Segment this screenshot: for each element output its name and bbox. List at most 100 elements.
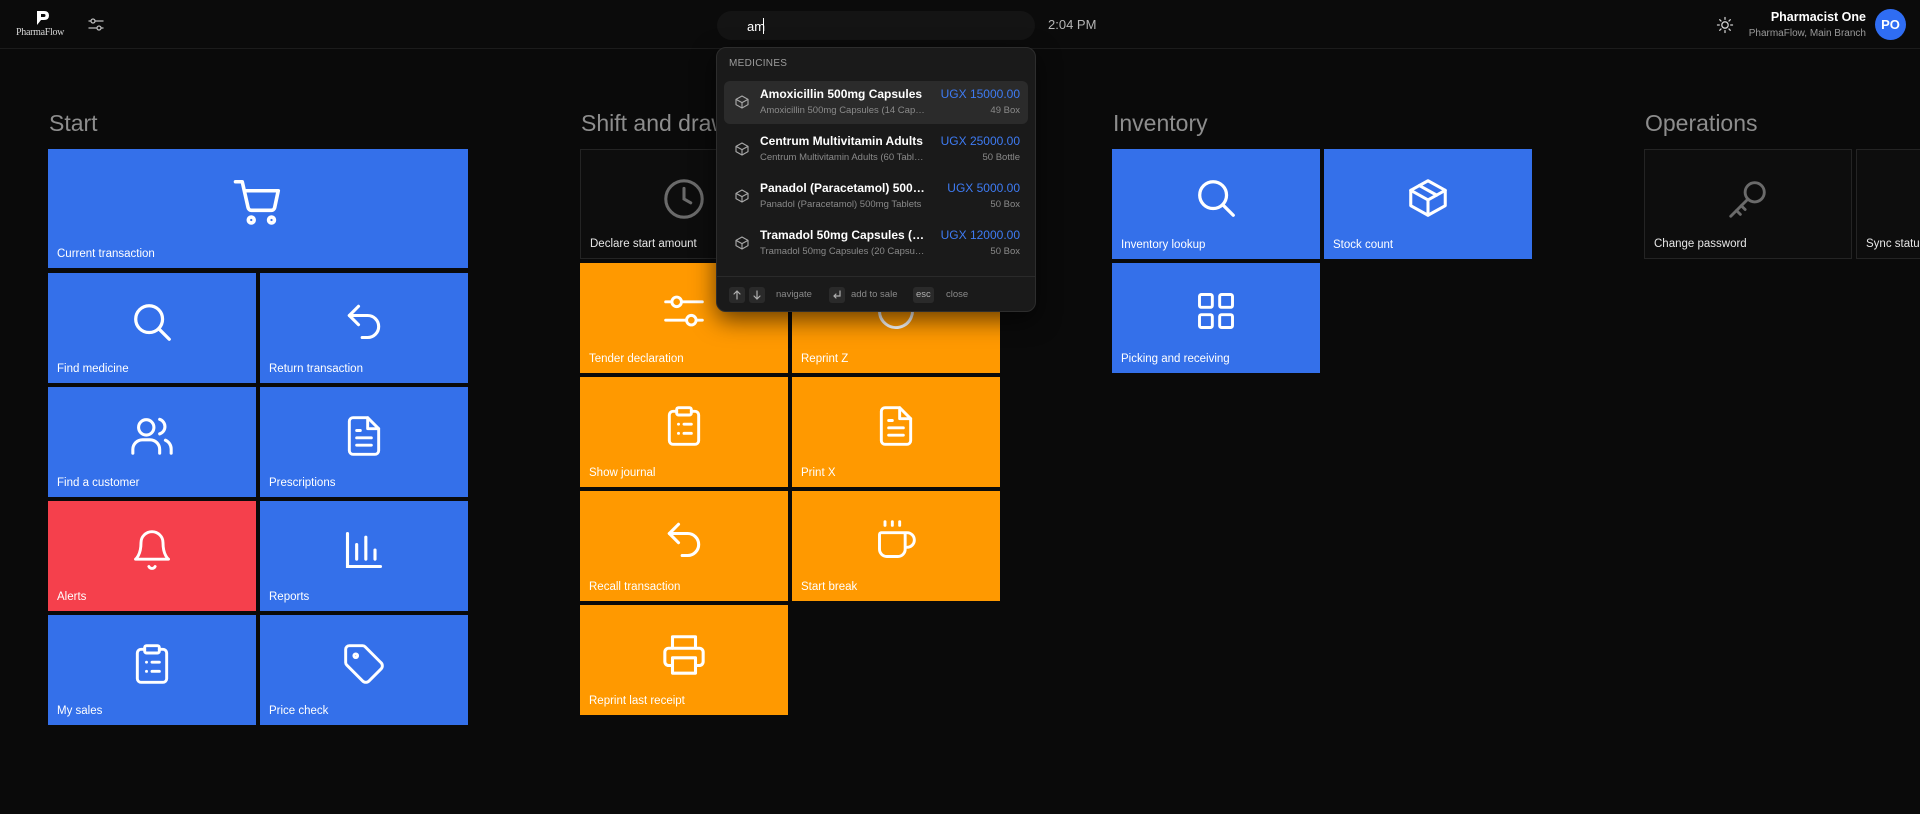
enter-key bbox=[829, 287, 845, 303]
result-price: UGX 5000.00 bbox=[947, 181, 1020, 195]
tile-label: Find a customer bbox=[57, 477, 140, 489]
tile-label: Reprint Z bbox=[801, 353, 849, 365]
sun-icon bbox=[1716, 16, 1734, 34]
bell-icon bbox=[134, 530, 170, 570]
tile-label: Return transaction bbox=[269, 363, 363, 375]
clock-icon bbox=[664, 179, 704, 219]
avatar[interactable]: PO bbox=[1875, 9, 1906, 40]
tile-print-x[interactable]: Print X bbox=[792, 377, 1000, 487]
result-stock: 50 Box bbox=[990, 199, 1020, 210]
tile-find-medicine[interactable]: Find medicine bbox=[48, 273, 256, 383]
result-name: Centrum Multivitamin Adults bbox=[760, 134, 923, 148]
text-caret bbox=[763, 18, 764, 34]
result-item[interactable]: Amoxicillin 500mg Capsules Amoxicillin 5… bbox=[724, 81, 1028, 124]
document-icon bbox=[879, 406, 913, 446]
box-icon bbox=[735, 142, 749, 156]
users-icon bbox=[131, 417, 173, 455]
result-name: Amoxicillin 500mg Capsules bbox=[760, 87, 923, 101]
tile-label: Stock count bbox=[1333, 239, 1394, 251]
logo-text: PharmaFlow bbox=[16, 27, 65, 38]
tile-price-check[interactable]: Price check bbox=[260, 615, 468, 725]
tile-stock-count[interactable]: Stock count bbox=[1324, 149, 1532, 259]
search-icon bbox=[134, 304, 171, 341]
keyboard-hints: navigate add to sale esc close bbox=[717, 276, 1035, 312]
tile-return-transaction[interactable]: Return transaction bbox=[260, 273, 468, 383]
coffee-icon bbox=[878, 520, 916, 558]
tile-alerts[interactable]: Alerts bbox=[48, 501, 256, 611]
result-item[interactable]: Centrum Multivitamin Adults Centrum Mult… bbox=[724, 128, 1028, 171]
grid-icon bbox=[1198, 293, 1234, 329]
tile-sync-status[interactable]: Sync status bbox=[1856, 149, 1920, 259]
return-arrow-icon bbox=[347, 304, 381, 340]
tile-picking-and-receiving[interactable]: Picking and receiving bbox=[1112, 263, 1320, 373]
search-box[interactable] bbox=[717, 11, 1035, 40]
search-results-dropdown: MEDICINES Amoxicillin 500mg Capsules Amo… bbox=[716, 47, 1036, 312]
tile-label: Change password bbox=[1654, 238, 1747, 250]
tile-label: My sales bbox=[57, 705, 103, 717]
theme-toggle-button[interactable] bbox=[1715, 15, 1735, 35]
printer-icon bbox=[663, 635, 705, 675]
result-name: Panadol (Paracetamol) 500mg bbox=[760, 181, 926, 195]
tile-prescriptions[interactable]: Prescriptions bbox=[260, 387, 468, 497]
logo-mark-icon bbox=[37, 11, 49, 25]
navigate-hint: navigate bbox=[776, 289, 812, 300]
filter-settings-button[interactable] bbox=[86, 15, 106, 35]
result-name: Tramadol 50mg Capsules (20 Capsules) bbox=[760, 228, 926, 242]
result-description: Amoxicillin 500mg Capsules (14 Capsules) bbox=[760, 105, 926, 116]
enter-icon bbox=[833, 290, 841, 299]
result-item[interactable]: Tramadol 50mg Capsules (20 Capsules) Tra… bbox=[724, 222, 1028, 265]
tile-label: Start break bbox=[801, 581, 858, 593]
box-icon bbox=[1409, 179, 1447, 217]
result-stock: 49 Box bbox=[990, 105, 1020, 116]
top-bar: PharmaFlow 2:04 PM Pharmacist One Pharma… bbox=[0, 0, 1920, 49]
result-stock: 50 Bottle bbox=[982, 152, 1021, 163]
close-hint: close bbox=[946, 289, 969, 300]
box-icon bbox=[735, 189, 749, 203]
result-price: UGX 25000.00 bbox=[940, 134, 1020, 148]
clipboard-icon bbox=[667, 406, 701, 446]
arrow-down-key bbox=[749, 287, 765, 303]
tile-label: Reprint last receipt bbox=[589, 695, 685, 707]
tile-label: Inventory lookup bbox=[1121, 239, 1206, 251]
pharmaflow-logo[interactable]: PharmaFlow bbox=[16, 10, 68, 38]
tile-my-sales[interactable]: My sales bbox=[48, 615, 256, 725]
tile-label: Sync status bbox=[1866, 238, 1920, 250]
result-item[interactable]: Panadol (Paracetamol) 500mg Panadol (Par… bbox=[724, 175, 1028, 218]
cart-icon bbox=[233, 179, 281, 225]
tile-start-break[interactable]: Start break bbox=[792, 491, 1000, 601]
tile-label: Picking and receiving bbox=[1121, 353, 1230, 365]
tile-change-password[interactable]: Change password bbox=[1644, 149, 1852, 259]
sliders-icon bbox=[88, 18, 104, 31]
sliders-icon bbox=[664, 295, 704, 327]
tile-label: Price check bbox=[269, 705, 329, 717]
tile-find-a-customer[interactable]: Find a customer bbox=[48, 387, 256, 497]
user-name: Pharmacist One bbox=[1770, 10, 1866, 24]
user-branch: PharmaFlow, Main Branch bbox=[1748, 28, 1866, 39]
result-price: UGX 15000.00 bbox=[940, 87, 1020, 101]
box-icon bbox=[735, 236, 749, 250]
bar-chart-icon bbox=[345, 531, 383, 569]
tile-show-journal[interactable]: Show journal bbox=[580, 377, 788, 487]
add-to-sale-hint: add to sale bbox=[851, 289, 898, 300]
section-title-inventory: Inventory bbox=[1113, 110, 1208, 136]
tile-reports[interactable]: Reports bbox=[260, 501, 468, 611]
tile-inventory-lookup[interactable]: Inventory lookup bbox=[1112, 149, 1320, 259]
tile-reprint-last-receipt[interactable]: Reprint last receipt bbox=[580, 605, 788, 715]
section-title-operations: Operations bbox=[1645, 110, 1758, 136]
arrow-up-icon bbox=[733, 290, 741, 300]
search-input[interactable] bbox=[747, 17, 1007, 35]
tile-label: Tender declaration bbox=[589, 353, 684, 365]
box-icon bbox=[735, 95, 749, 109]
result-description: Tramadol 50mg Capsules (20 Capsules) bbox=[760, 246, 926, 257]
tile-label: Print X bbox=[801, 467, 836, 479]
tile-label: Reports bbox=[269, 591, 310, 603]
tag-icon bbox=[344, 644, 384, 684]
section-title-start: Start bbox=[49, 110, 98, 136]
arrow-up-key bbox=[729, 287, 745, 303]
results-heading: MEDICINES bbox=[729, 58, 788, 69]
key-icon bbox=[1729, 181, 1766, 218]
tile-current-transaction[interactable]: Current transaction bbox=[48, 149, 468, 268]
clipboard-icon bbox=[135, 644, 169, 684]
tile-recall-transaction[interactable]: Recall transaction bbox=[580, 491, 788, 601]
clock: 2:04 PM bbox=[1048, 17, 1097, 32]
